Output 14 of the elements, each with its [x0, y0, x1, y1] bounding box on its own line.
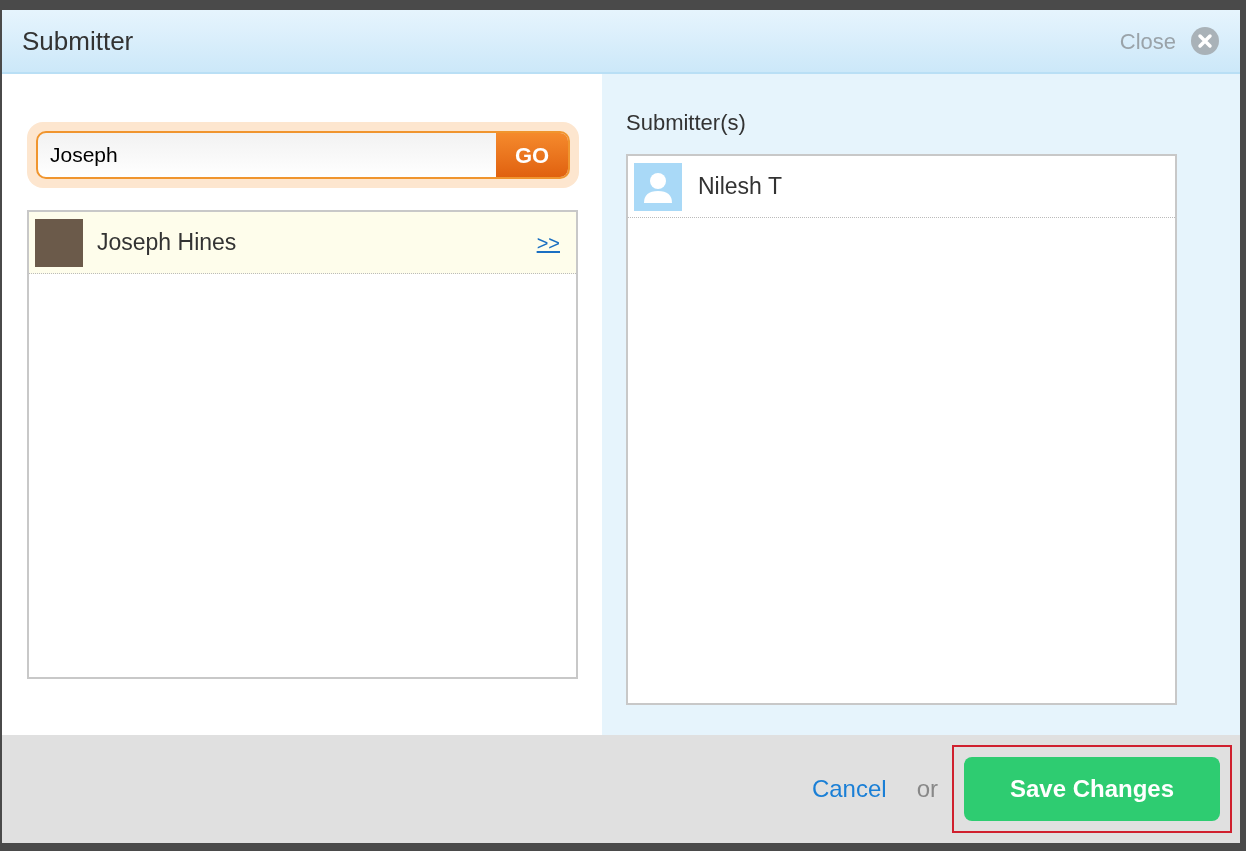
submitter-row[interactable]: Nilesh T [628, 156, 1175, 218]
user-silhouette-icon [634, 162, 682, 211]
person-name: Joseph Hines [97, 228, 238, 258]
result-row[interactable]: Joseph Hines >> [29, 212, 576, 274]
close-icon [1190, 26, 1220, 56]
panel-title: Submitter(s) [626, 109, 747, 136]
search-field[interactable]: Joseph GO [36, 131, 570, 179]
or-text: or [916, 774, 938, 804]
go-button[interactable]: GO [496, 133, 568, 177]
cancel-link[interactable]: Cancel [811, 771, 887, 807]
dialog-title: Submitter [22, 24, 134, 58]
person-name: Nilesh T [698, 172, 782, 202]
add-link[interactable]: >> [536, 227, 560, 258]
photo-placeholder [35, 218, 83, 267]
